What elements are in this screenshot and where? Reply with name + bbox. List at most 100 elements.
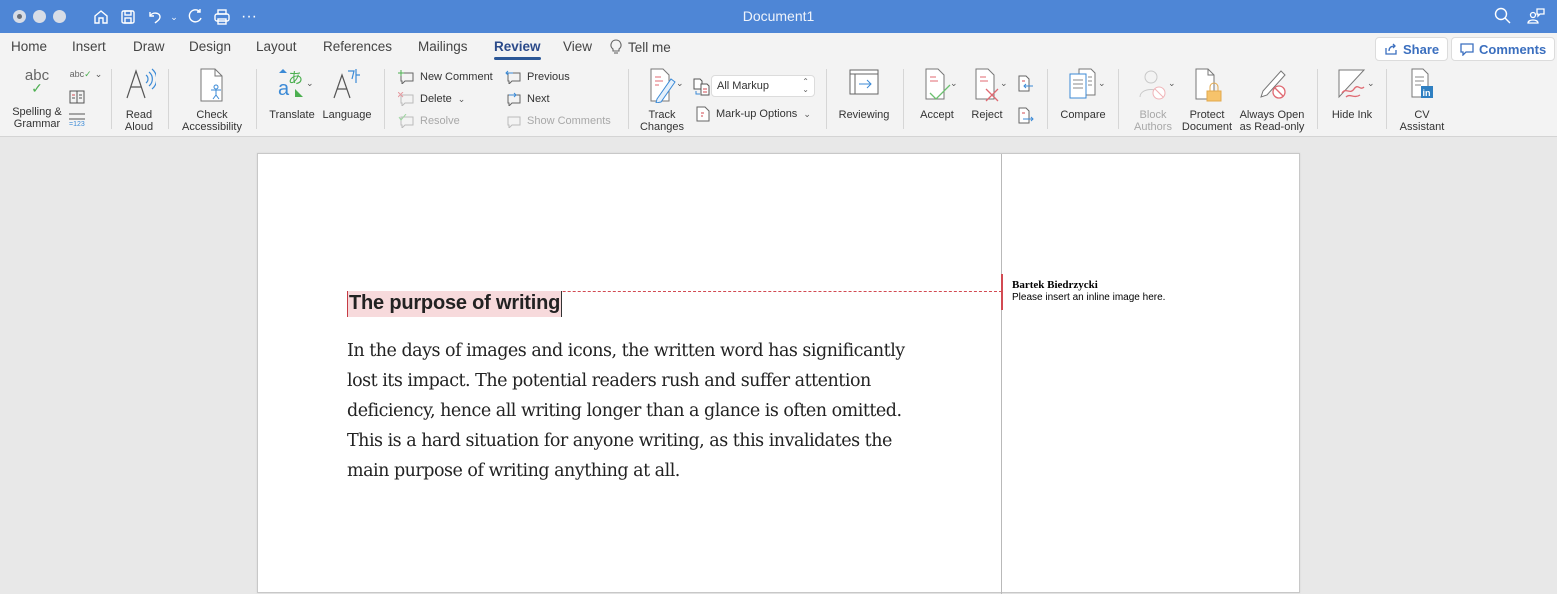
share-button[interactable]: Share [1375,37,1449,61]
previous-comment-button[interactable]: Previous [505,68,570,86]
tab-insert[interactable]: Insert [72,39,106,54]
markup-view-value: All Markup [717,80,769,92]
hide-ink-button[interactable]: ⌄ Hide Ink [1325,67,1379,133]
pencil-blocked-icon [1260,70,1286,99]
svg-text:in: in [1423,88,1431,98]
document-canvas: The purpose of writing In the days of im… [0,138,1557,594]
spelling-grammar-button[interactable]: abc ✓ Spelling & Grammar [8,67,66,133]
share-label: Share [1403,41,1440,57]
block-authors-icon [1139,70,1166,100]
next-change-icon [1018,107,1034,124]
tab-review[interactable]: Review [494,39,541,60]
title-bar: ⌄ ··· Document1 [0,0,1557,33]
language-label: Language [322,109,372,121]
chevron-down-icon: ⌄ [676,78,684,88]
markup-view-select[interactable]: All Markup ⌃ ⌄ [711,75,815,97]
accept-button[interactable]: ⌄ Accept [912,67,962,133]
tab-home[interactable]: Home [11,39,47,54]
document-heading[interactable]: The purpose of writing [347,291,563,317]
markup-pane-divider [1001,154,1002,594]
block-authors-button[interactable]: ⌄ Block Authors [1127,67,1179,133]
resolve-label: Resolve [420,115,460,127]
share-icon [1385,43,1397,55]
show-comments-icon [507,116,521,128]
next-label: Next [527,93,550,105]
track-changes-button[interactable]: ⌄ Track Changes [636,67,688,133]
svg-text:=123: =123 [69,121,85,127]
svg-text:あ: あ [288,69,303,87]
comments-button[interactable]: Comments [1451,37,1556,61]
tab-draw[interactable]: Draw [133,39,165,54]
chevron-down-icon: ⌄ [1098,78,1106,88]
review-ribbon: abc ✓ Spelling & Grammar abc✓ ⌄ =123 Read… [0,63,1557,137]
delete-label: Delete [420,93,452,105]
track-changes-icon [650,68,676,104]
display-for-review-icon [693,78,711,101]
resolve-comment-button[interactable]: Resolve [398,112,460,130]
chevron-down-icon: ⌄ [1000,78,1008,88]
translate-icon: aあ [278,69,303,100]
language-button[interactable]: Language [320,67,374,133]
translate-button[interactable]: aあ ⌄ Translate [266,67,318,133]
always-open-read-only-button[interactable]: Always Open as Read-only [1236,67,1308,133]
cv-assistant-button[interactable]: in CV Assistant [1395,67,1449,133]
markup-options-label: Mark-up Options [716,108,798,120]
chevron-down-icon: ⌄ [1367,78,1375,88]
abc-check-icon: abc ✓ [24,67,50,96]
document-title: Document1 [742,8,815,24]
tell-me-label: Tell me [628,39,671,55]
chevron-down-icon: ⌄ [306,78,314,88]
compare-icon [1069,68,1096,99]
next-change-button[interactable] [1018,107,1034,130]
tab-design[interactable]: Design [189,39,231,54]
translate-label: Translate [269,109,315,121]
document-page[interactable]: The purpose of writing In the days of im… [257,153,1300,594]
cv-assistant-label: CV Assistant [1399,109,1445,133]
comments-label: Comments [1479,41,1547,57]
tab-view[interactable]: View [563,39,592,54]
tell-me-search[interactable]: Tell me [610,39,671,55]
document-body-paragraph[interactable]: In the days of images and icons, the wri… [347,336,907,486]
lightbulb-icon [610,39,622,54]
accessibility-document-icon [200,68,223,102]
delete-comment-button[interactable]: Delete ⌄ [398,90,465,108]
reviewing-pane-button[interactable]: Reviewing [834,67,894,133]
hide-ink-icon [1338,69,1366,99]
tab-layout[interactable]: Layout [256,39,297,54]
chevron-down-icon: ⌄ [94,69,103,79]
read-aloud-icon [126,68,158,99]
next-comment-button[interactable]: Next [505,90,550,108]
reviewing-label: Reviewing [838,109,890,121]
word-count-button[interactable]: =123 [68,111,86,128]
previous-change-button[interactable] [1018,75,1034,98]
check-accessibility-button[interactable]: Check Accessibility [176,67,248,133]
previous-change-icon [1018,75,1033,92]
ribbon-tabs: Home Insert Draw Design Layout Reference… [0,33,1557,63]
comment-icon [1460,43,1474,56]
hide-ink-label: Hide Ink [1331,109,1373,121]
reject-button[interactable]: ⌄ Reject [962,67,1012,133]
next-comment-icon [507,92,521,106]
compare-button[interactable]: ⌄ Compare [1056,67,1110,133]
protect-document-button[interactable]: Protect Document [1179,67,1235,133]
markup-options-button[interactable]: Mark-up Options ⌄ [696,105,811,123]
new-comment-label: New Comment [420,71,493,83]
editor-options-button[interactable]: abc✓ ⌄ [69,68,103,86]
tab-references[interactable]: References [323,39,392,54]
new-comment-button[interactable]: New Comment [398,68,493,86]
chevron-down-icon: ⌄ [1168,78,1176,88]
show-comments-button[interactable]: Show Comments [505,112,611,130]
share-presence-icon[interactable] [1526,6,1546,31]
read-aloud-button[interactable]: Read Aloud [118,67,160,133]
search-icon[interactable] [1493,6,1513,31]
comment-balloon[interactable]: Bartek Biedrzycki Please insert an inlin… [1001,274,1165,310]
cv-assistant-icon: in [1411,68,1433,98]
tab-mailings[interactable]: Mailings [418,39,468,54]
new-comment-icon [398,70,414,84]
accept-label: Accept [920,109,954,121]
comment-text[interactable]: Please insert an inline image here. [1012,292,1165,303]
thesaurus-button[interactable] [68,90,86,106]
markup-document-icon [696,106,710,122]
chevron-down-icon: ⌄ [803,108,811,119]
chevron-down-icon: ⌄ [457,93,466,104]
